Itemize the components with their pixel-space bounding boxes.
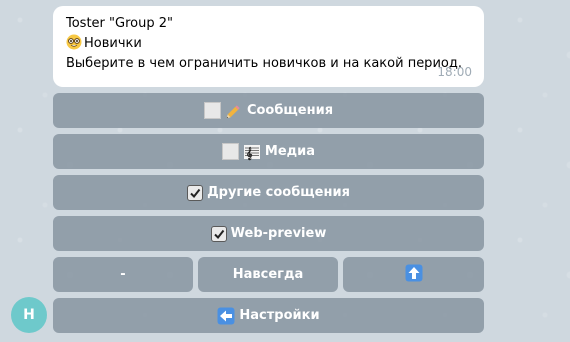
unchecked-box-icon [203,102,221,119]
bot-avatar[interactable]: Н [11,297,47,333]
media-label: Медиа [264,144,316,159]
dash-label: - [120,267,126,282]
settings-button[interactable]: Настройки [53,298,484,333]
up-arrow-icon [405,264,423,286]
unchecked-box-icon [221,143,239,160]
pencil-icon [225,102,243,120]
other-messages-label: Другие сообщения [207,185,350,200]
settings-label: Настройки [239,308,320,323]
left-arrow-icon [217,307,235,325]
message-subtitle: Новички [84,36,142,51]
web-preview-toggle-button[interactable]: Web-preview [53,216,484,251]
media-toggle-button[interactable]: 𝄞 Медиа [53,134,484,169]
svg-text:𝄞: 𝄞 [246,146,253,161]
message-time: 18:00 [437,65,472,79]
other-messages-toggle-button[interactable]: Другие сообщения [53,175,484,210]
forever-label: Навсегда [232,267,304,282]
nerd-face-icon [66,34,82,50]
messages-label: Сообщения [246,103,334,118]
period-forever-button[interactable]: Навсегда [198,257,338,292]
message-subtitle-line: Новички [66,34,472,54]
bot-message-bubble: Toster "Group 2" Новички Выберите в чем … [53,6,484,87]
checked-box-icon [187,184,204,201]
increase-period-button[interactable] [343,257,484,292]
checked-box-icon [210,225,227,242]
messages-toggle-button[interactable]: Сообщения [53,93,484,128]
musical-score-icon: 𝄞 [243,143,261,161]
decrease-period-button[interactable]: - [53,257,193,292]
message-text: Выберите в чем ограничить новичков и на … [66,56,462,71]
message-title: Toster "Group 2" [66,16,173,31]
web-preview-label: Web-preview [230,226,327,241]
avatar-initial: Н [23,307,35,323]
